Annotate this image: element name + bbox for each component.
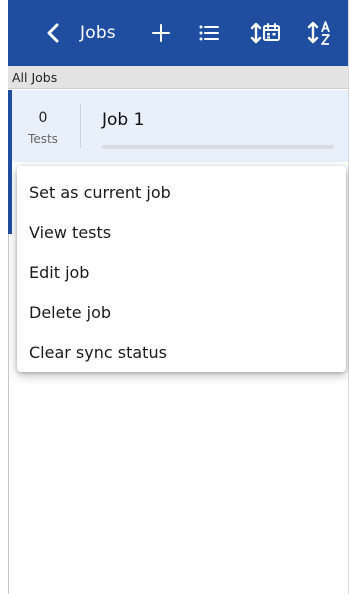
plus-icon bbox=[152, 24, 170, 42]
job-progress-bar bbox=[102, 145, 334, 149]
sort-by-date-icon bbox=[250, 22, 280, 44]
top-app-bar: Jobs bbox=[8, 0, 348, 66]
list-icon bbox=[199, 25, 219, 41]
sort-alphabetical-button[interactable] bbox=[304, 0, 338, 66]
section-header-all-jobs: All Jobs bbox=[8, 66, 348, 89]
job-row[interactable]: 0 Tests Job 1 bbox=[8, 90, 348, 162]
back-button[interactable] bbox=[40, 0, 66, 66]
app-screen: Jobs All Jobs 0 Tests Job 1 Set as curre… bbox=[0, 0, 349, 594]
page-title: Jobs bbox=[80, 23, 116, 43]
menu-item-clear-sync-status[interactable]: Clear sync status bbox=[17, 332, 346, 372]
menu-item-delete-job[interactable]: Delete job bbox=[17, 292, 346, 332]
add-job-button[interactable] bbox=[148, 0, 174, 66]
menu-item-view-tests[interactable]: View tests bbox=[17, 212, 346, 252]
menu-item-edit-job[interactable]: Edit job bbox=[17, 252, 346, 292]
row-divider bbox=[80, 104, 81, 148]
chevron-left-icon bbox=[47, 23, 59, 43]
tests-count-label: Tests bbox=[28, 132, 58, 146]
job-name: Job 1 bbox=[102, 110, 145, 130]
section-label: All Jobs bbox=[12, 69, 58, 85]
tests-count: 0 bbox=[38, 110, 48, 126]
sort-by-date-button[interactable] bbox=[248, 0, 284, 66]
list-view-button[interactable] bbox=[196, 0, 222, 66]
row-selection-accent bbox=[8, 162, 12, 234]
menu-item-set-current-job[interactable]: Set as current job bbox=[17, 172, 346, 212]
job-context-menu: Set as current job View tests Edit job D… bbox=[17, 166, 346, 372]
sort-a-z-icon bbox=[307, 21, 330, 45]
